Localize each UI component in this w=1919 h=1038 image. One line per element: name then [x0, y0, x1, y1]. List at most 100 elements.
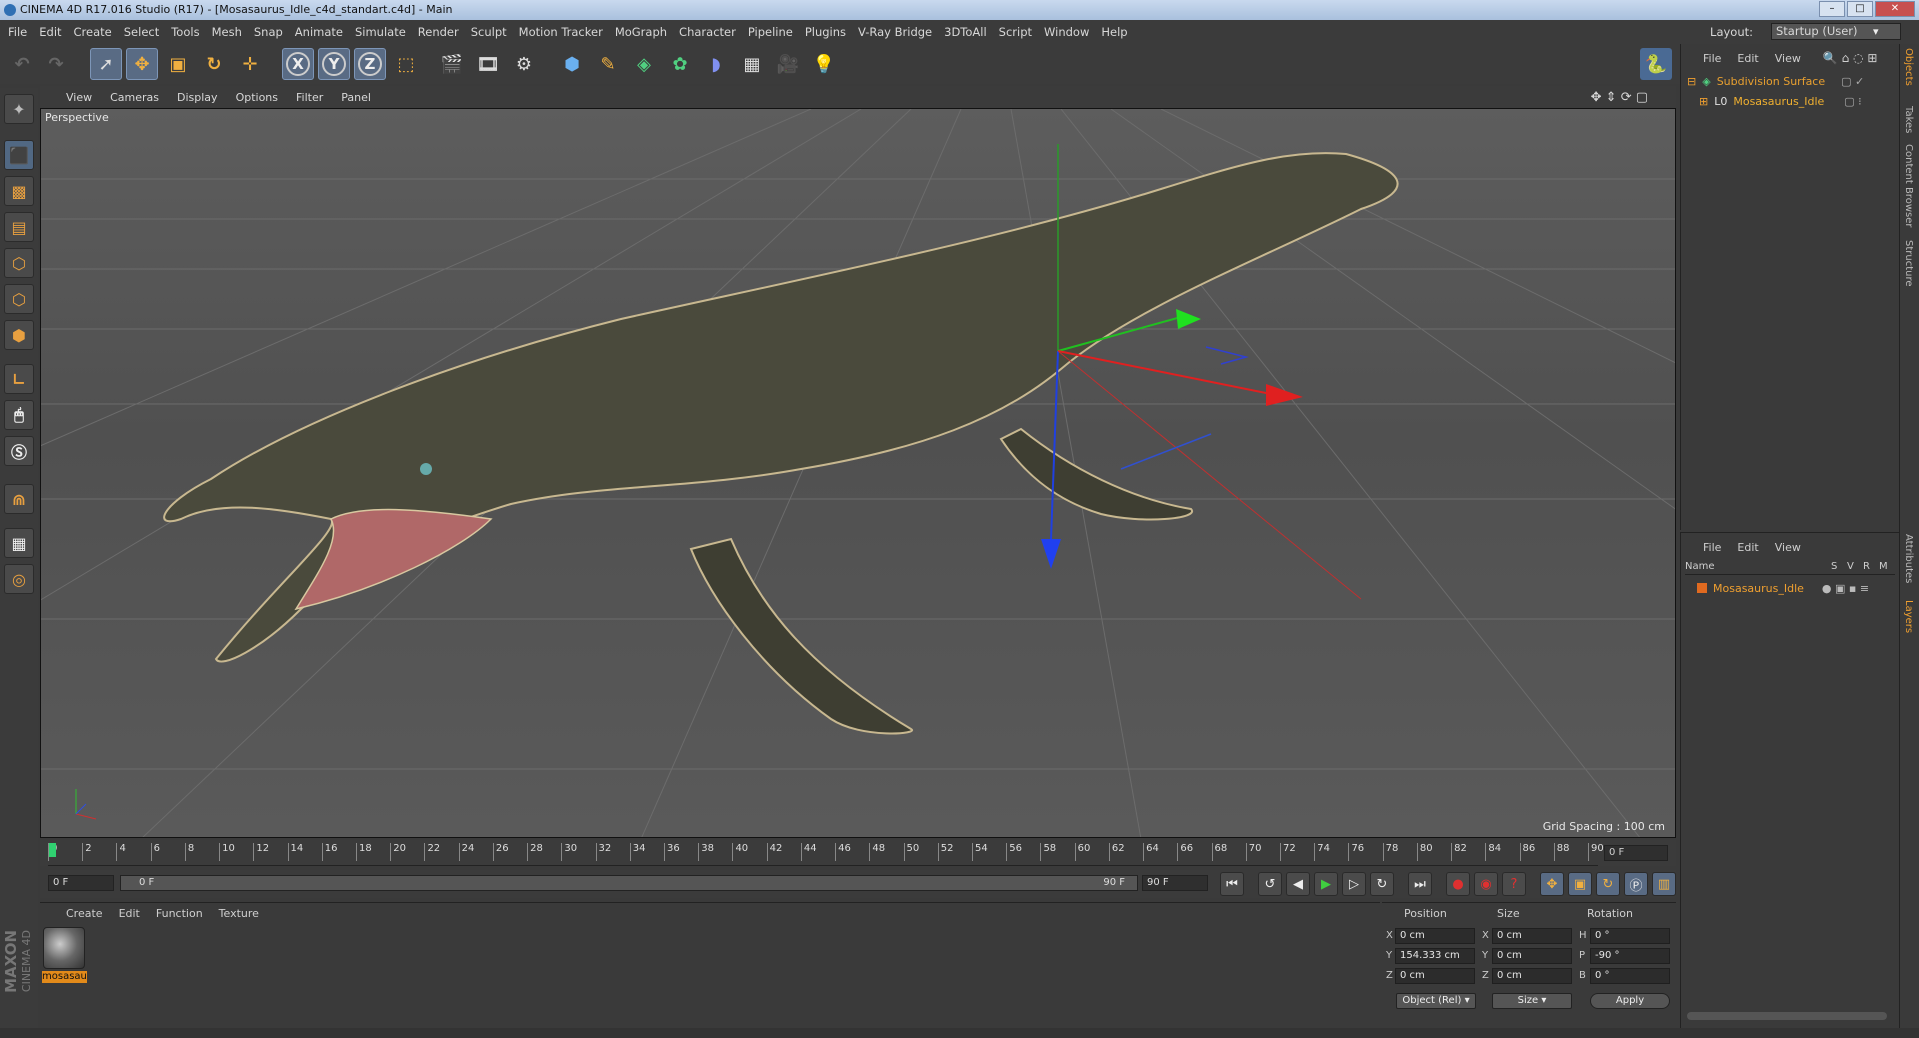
viewport-menu-options[interactable]: Options [236, 91, 278, 104]
rotation-h-field[interactable]: 0 ° [1590, 928, 1670, 944]
pen-spline-icon[interactable]: ✎ [592, 48, 624, 80]
menu-window[interactable]: Window [1044, 25, 1089, 39]
menu-3dtoall[interactable]: 3DToAll [944, 25, 987, 39]
layer-row[interactable]: Mosasaurus_Idle ● ▣ ▪ ≡ [1697, 579, 1869, 597]
material-menu-create[interactable]: Create [66, 907, 103, 920]
menu-file[interactable]: File [8, 25, 27, 39]
viewport-menu-panel[interactable]: Panel [341, 91, 371, 104]
edges-mode-icon[interactable]: ⬡ [4, 284, 34, 314]
tab-layers[interactable]: Layers [1903, 600, 1914, 633]
viewport-nav-icons[interactable]: ✥ ⇕ ⟳ ▢ [1591, 90, 1648, 105]
position-z-field[interactable]: 0 cm [1395, 968, 1475, 984]
workplane-mode-icon[interactable]: ▤ [4, 212, 34, 242]
python-icon[interactable]: 🐍 [1640, 48, 1672, 80]
cube-primitive-icon[interactable]: ⬢ [556, 48, 588, 80]
axis-mode-icon[interactable]: ∟ [4, 364, 34, 394]
menu-mograph[interactable]: MoGraph [615, 25, 667, 39]
size-y-field[interactable]: 0 cm [1492, 948, 1572, 964]
layer-scrollbar[interactable] [1687, 1012, 1887, 1020]
max-frame-field[interactable]: 90 F [1142, 875, 1208, 891]
play-icon[interactable]: ▶ [1314, 872, 1338, 896]
visibility-dots-icon[interactable]: ▢ ⁝ [1844, 95, 1861, 108]
menu-plugins[interactable]: Plugins [805, 25, 846, 39]
material-menu-edit[interactable]: Edit [119, 907, 140, 920]
position-x-field[interactable]: 0 cm [1395, 928, 1475, 944]
workplane-lock-icon[interactable]: ▦ [4, 528, 34, 558]
layout-select[interactable]: Startup (User) ▾ [1771, 23, 1901, 40]
timeline-end-field[interactable]: 0 F [1604, 845, 1668, 861]
make-editable-icon[interactable]: ✦ [4, 94, 34, 124]
menu-vray-bridge[interactable]: V-Ray Bridge [858, 25, 932, 39]
light-icon[interactable]: 💡 [808, 48, 840, 80]
menu-select[interactable]: Select [124, 25, 159, 39]
object-row-subdivision-surface[interactable]: ⊟ ◈ Subdivision Surface ▢ ✓ [1687, 72, 1864, 90]
menu-help[interactable]: Help [1101, 25, 1127, 39]
subdivision-surface-icon[interactable]: ◈ [628, 48, 660, 80]
material-name[interactable]: mosasau [42, 971, 87, 983]
points-mode-icon[interactable]: ⬡ [4, 248, 34, 278]
render-picture-viewer-icon[interactable]: 🎞 [472, 48, 504, 80]
menu-mesh[interactable]: Mesh [212, 25, 242, 39]
move-tool-icon[interactable]: ✥ [126, 48, 158, 80]
menu-motion-tracker[interactable]: Motion Tracker [519, 25, 603, 39]
menu-script[interactable]: Script [999, 25, 1032, 39]
material-menu-texture[interactable]: Texture [219, 907, 259, 920]
object-name[interactable]: Subdivision Surface [1717, 75, 1825, 88]
menu-edit[interactable]: Edit [39, 25, 61, 39]
expand-icon[interactable]: ⊟ [1687, 75, 1696, 88]
menu-animate[interactable]: Animate [295, 25, 343, 39]
material-menu-function[interactable]: Function [156, 907, 203, 920]
rotate-tool-icon[interactable]: ↻ [198, 48, 230, 80]
previous-key-icon[interactable]: ↺ [1258, 872, 1282, 896]
floor-scene-icon[interactable]: ▦ [736, 48, 768, 80]
perspective-viewport[interactable]: Perspective Grid Spacing : 100 cm [40, 108, 1676, 838]
camera-icon[interactable]: 🎥 [772, 48, 804, 80]
material-thumbnail[interactable] [43, 927, 85, 969]
texture-mode-icon[interactable]: ▩ [4, 176, 34, 206]
redo-icon[interactable]: ↷ [40, 48, 72, 80]
next-frame-icon[interactable]: ▷ [1342, 872, 1366, 896]
visibility-check-icon[interactable]: ▢ ✓ [1841, 75, 1864, 88]
object-row-mosasaurus[interactable]: ⊞ L0 Mosasaurus_Idle ▢ ⁝ [1699, 92, 1862, 110]
tab-attributes[interactable]: Attributes [1903, 534, 1914, 583]
key-parameter-icon[interactable]: Ⓟ [1624, 872, 1648, 896]
layers-menu-view[interactable]: View [1775, 541, 1801, 554]
scale-tool-icon[interactable]: ▣ [162, 48, 194, 80]
size-mode-dropdown[interactable]: Size ▾ [1492, 993, 1572, 1009]
tab-content-browser[interactable]: Content Browser [1903, 144, 1914, 227]
lock-y-axis-button[interactable]: Y [318, 48, 350, 80]
timeline-ruler[interactable]: 0246810121416182022242628303234363840424… [40, 840, 1676, 866]
layers-menu-file[interactable]: File [1703, 541, 1721, 554]
menu-character[interactable]: Character [679, 25, 736, 39]
render-view-icon[interactable]: 🎬 [436, 48, 468, 80]
rotation-b-field[interactable]: 0 ° [1590, 968, 1670, 984]
timeline-window-icon[interactable]: ▥ [1652, 872, 1676, 896]
polygons-mode-icon[interactable]: ⬢ [4, 320, 34, 350]
key-position-icon[interactable]: ✥ [1540, 872, 1564, 896]
model-mode-icon[interactable]: ⬛ [4, 140, 34, 170]
previous-frame-icon[interactable]: ◀ [1286, 872, 1310, 896]
playhead-marker[interactable] [49, 843, 56, 857]
viewport-menu-display[interactable]: Display [177, 91, 218, 104]
frame-range-slider[interactable]: 0 F 90 F [120, 875, 1138, 891]
layer-toggle-icons[interactable]: ● ▣ ▪ ≡ [1822, 582, 1869, 595]
tweak-mode-icon[interactable]: 🖱 [4, 400, 34, 430]
autokeying-icon[interactable]: ◉ [1474, 872, 1498, 896]
menu-tools[interactable]: Tools [171, 25, 199, 39]
coordinate-system-icon[interactable]: ⬚ [390, 48, 422, 80]
menu-pipeline[interactable]: Pipeline [748, 25, 793, 39]
render-settings-icon[interactable]: ⚙ [508, 48, 540, 80]
tab-takes[interactable]: Takes [1903, 106, 1914, 133]
tab-objects[interactable]: Objects [1903, 48, 1914, 86]
position-y-field[interactable]: 154.333 cm [1395, 948, 1475, 964]
coordinate-mode-dropdown[interactable]: Object (Rel) ▾ [1396, 993, 1476, 1009]
go-to-start-icon[interactable]: ⏮ [1220, 872, 1244, 896]
last-tool-icon[interactable]: ✛ [234, 48, 266, 80]
expand-icon[interactable]: ⊞ [1699, 95, 1708, 108]
lock-x-axis-button[interactable]: X [282, 48, 314, 80]
rotation-p-field[interactable]: -90 ° [1590, 948, 1670, 964]
live-selection-icon[interactable]: ➚ [90, 48, 122, 80]
viewport-menu-filter[interactable]: Filter [296, 91, 323, 104]
undo-icon[interactable]: ↶ [6, 48, 38, 80]
maximize-button[interactable]: □ [1847, 1, 1873, 17]
